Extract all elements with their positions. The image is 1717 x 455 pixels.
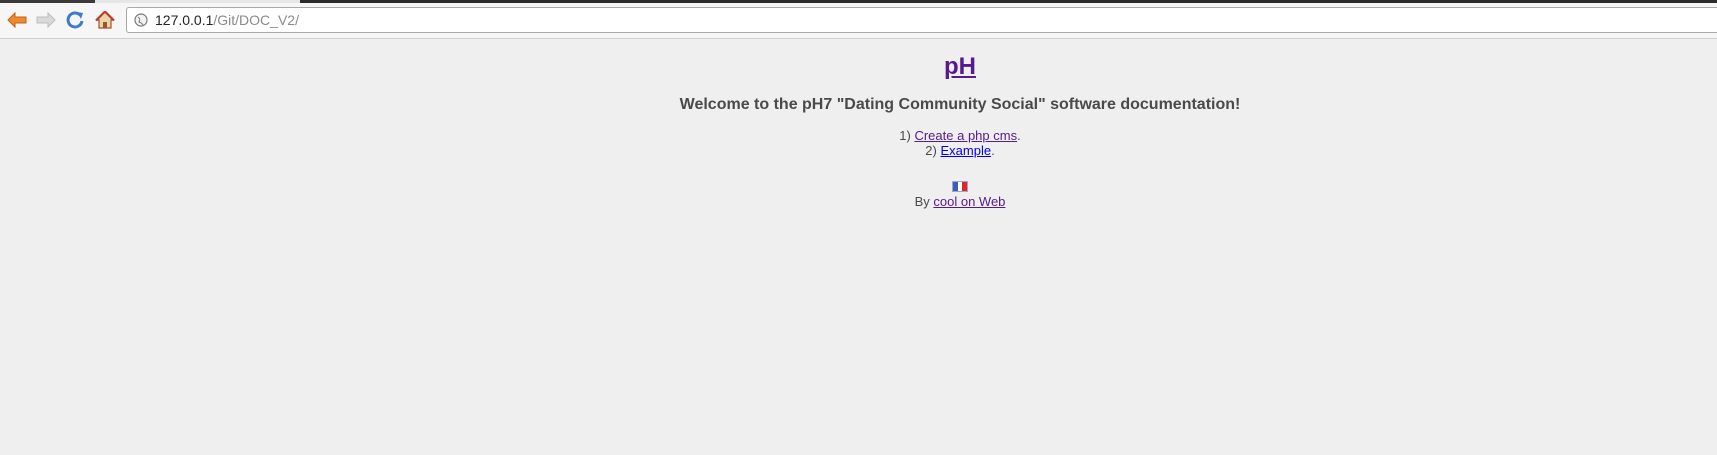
example-link[interactable]: Example — [940, 143, 991, 158]
page-title: pH — [0, 53, 1717, 81]
language-selector — [0, 181, 1717, 193]
tab-strip-active — [0, 0, 95, 3]
forward-button[interactable] — [34, 8, 58, 32]
reload-icon — [66, 11, 84, 29]
reload-button[interactable] — [63, 8, 87, 32]
french-flag-icon[interactable] — [952, 181, 968, 192]
back-button[interactable] — [5, 8, 29, 32]
welcome-heading: Welcome to the pH7 "Dating Community Soc… — [679, 96, 1241, 113]
page-content: pH Welcome to the pH7 "Dating Community … — [0, 39, 1717, 455]
byline: By cool on Web — [0, 194, 1717, 209]
list-item-suffix: . — [1017, 128, 1021, 143]
tab-strip-background — [300, 0, 1717, 3]
byline-prefix: By — [914, 194, 930, 209]
address-bar[interactable]: 127.0.0.1/Git/DOC_V2/ — [126, 7, 1717, 33]
back-arrow-icon — [7, 11, 27, 29]
list-item-suffix: . — [991, 143, 995, 158]
author-link[interactable]: cool on Web — [933, 194, 1005, 209]
documentation-list: 1) Create a php cms. 2) Example. — [0, 128, 1717, 158]
forward-arrow-icon — [36, 11, 56, 29]
page-title-link[interactable]: pH — [944, 53, 976, 80]
browser-toolbar: 127.0.0.1/Git/DOC_V2/ — [0, 0, 1717, 39]
list-item-number: 1) — [899, 128, 911, 143]
home-icon — [95, 10, 115, 29]
globe-icon — [133, 12, 149, 28]
list-item: 2) Example. — [0, 143, 1717, 158]
list-item-number: 2) — [925, 143, 937, 158]
url-host: 127.0.0.1 — [155, 12, 214, 28]
create-php-cms-link[interactable]: Create a php cms — [914, 128, 1017, 143]
list-item: 1) Create a php cms. — [0, 128, 1717, 143]
url-path: /Git/DOC_V2/ — [213, 12, 299, 28]
url-text[interactable]: 127.0.0.1/Git/DOC_V2/ — [155, 12, 299, 28]
home-button[interactable] — [93, 8, 117, 32]
tab-strip — [0, 0, 1717, 3]
